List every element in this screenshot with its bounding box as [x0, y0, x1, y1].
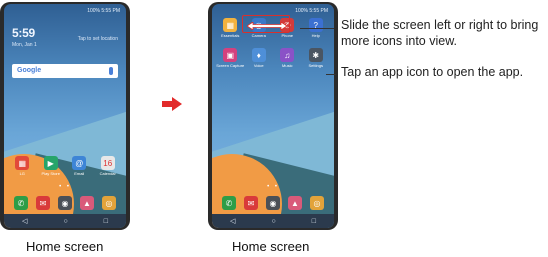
app-glyph-icon: ♦	[251, 48, 266, 62]
status-indicators: 100% 5:55 PM	[295, 8, 328, 14]
app-glyph-icon: ▦	[15, 156, 30, 170]
callout-tap: Tap an app icon to open the app.	[341, 65, 524, 79]
dock-app-icon[interactable]: ✉	[244, 196, 258, 210]
home-screen-extended: 100% 5:55 PM ▦Essentials ◉ Camera ✆ Phone?He…	[212, 4, 334, 228]
app-label: Play Store	[41, 171, 60, 176]
dock-app-icon[interactable]: ✆	[14, 196, 28, 210]
app-icon-music[interactable]: ♫ Music	[276, 48, 298, 68]
app-icon-lg[interactable]: ▦ LG	[11, 156, 33, 176]
double-arrow-icon	[247, 22, 287, 30]
app-label: LG	[19, 171, 25, 176]
app-glyph-icon: ?	[308, 18, 323, 32]
home-screen-phone-right: 100% 5:55 PM ▦Essentials ◉ Camera ✆ Phone?He…	[208, 2, 338, 230]
app-icon-voice[interactable]: ♦ Voice	[248, 48, 270, 68]
page-indicator: • •	[59, 184, 71, 190]
clock-widget[interactable]: 5:59	[12, 26, 35, 40]
home-button[interactable]: ○	[63, 218, 67, 225]
app-label: Screen Capture	[216, 63, 245, 68]
app-icon-email[interactable]: @ Email	[68, 156, 90, 176]
dock-app-icon[interactable]: ◎	[310, 196, 324, 210]
home-button[interactable]: ○	[271, 218, 275, 225]
app-label: Help	[311, 33, 320, 38]
dock-app-icon[interactable]: ◉	[58, 196, 72, 210]
microphone-icon[interactable]	[109, 67, 113, 75]
clock-date: Mon, Jan 1	[12, 42, 37, 48]
caption-left: Home screen	[26, 239, 104, 254]
weather-hint[interactable]: Tap to set location	[78, 36, 118, 42]
app-glyph-icon: @	[72, 156, 87, 170]
app-icon-essentials[interactable]: ▦ Essentials	[219, 18, 241, 38]
back-button[interactable]: ◁	[230, 217, 235, 225]
callout-line-swipe	[300, 28, 334, 29]
dock-app-icon[interactable]: ▲	[288, 196, 302, 210]
app-glyph-icon: ▦	[223, 18, 238, 32]
status-bar: 100% 5:55 PM	[10, 8, 120, 16]
app-glyph-icon: ▶	[43, 156, 58, 170]
google-search-bar[interactable]: Google	[12, 64, 118, 78]
recents-button[interactable]: □	[104, 218, 108, 225]
dock-app-icon[interactable]: ▲	[80, 196, 94, 210]
app-icon-calendar[interactable]: 16 Calendar	[97, 156, 119, 176]
dock-app-icon[interactable]: ✆	[222, 196, 236, 210]
app-label: Phone	[281, 33, 294, 38]
app-glyph-icon: 16	[100, 156, 115, 170]
app-label: Settings	[308, 63, 323, 68]
app-label: Calendar	[99, 171, 116, 176]
home-screen-phone-left: 100% 5:55 PM 5:59 Mon, Jan 1 Tap to set …	[0, 2, 130, 230]
callout-line-tap	[326, 74, 336, 75]
recents-button[interactable]: □	[312, 218, 316, 225]
page-indicator: • •	[267, 184, 279, 190]
back-button[interactable]: ◁	[22, 217, 27, 225]
navigation-bar: ◁ ○ □	[4, 214, 126, 228]
navigation-bar: ◁ ○ □	[212, 214, 334, 228]
app-label: Voice	[253, 63, 264, 68]
dock-app-icon[interactable]: ✉	[36, 196, 50, 210]
status-indicators: 100% 5:55 PM	[87, 8, 120, 14]
home-screen: 100% 5:55 PM 5:59 Mon, Jan 1 Tap to set …	[4, 4, 126, 228]
app-icon-play-store[interactable]: ▶ Play Store	[40, 156, 62, 176]
dock-app-icon[interactable]: ◎	[102, 196, 116, 210]
google-logo: Google	[17, 67, 42, 74]
app-label: Essentials	[221, 33, 240, 38]
app-label: Email	[74, 171, 85, 176]
app-icon-settings[interactable]: ✱ Settings	[305, 48, 327, 68]
app-label: Camera	[251, 33, 266, 38]
app-glyph-icon: ▣	[223, 48, 238, 62]
right-arrow-icon	[162, 97, 182, 111]
app-glyph-icon: ✱	[308, 48, 323, 62]
caption-right: Home screen	[232, 239, 310, 254]
app-glyph-icon: ♫	[280, 48, 295, 62]
app-label: Music	[282, 63, 293, 68]
app-icon-screen-capture[interactable]: ▣ Screen Capture	[216, 48, 245, 68]
callout-swipe: Slide the screen left or right to bring …	[341, 18, 539, 48]
dock-app-icon[interactable]: ◉	[266, 196, 280, 210]
